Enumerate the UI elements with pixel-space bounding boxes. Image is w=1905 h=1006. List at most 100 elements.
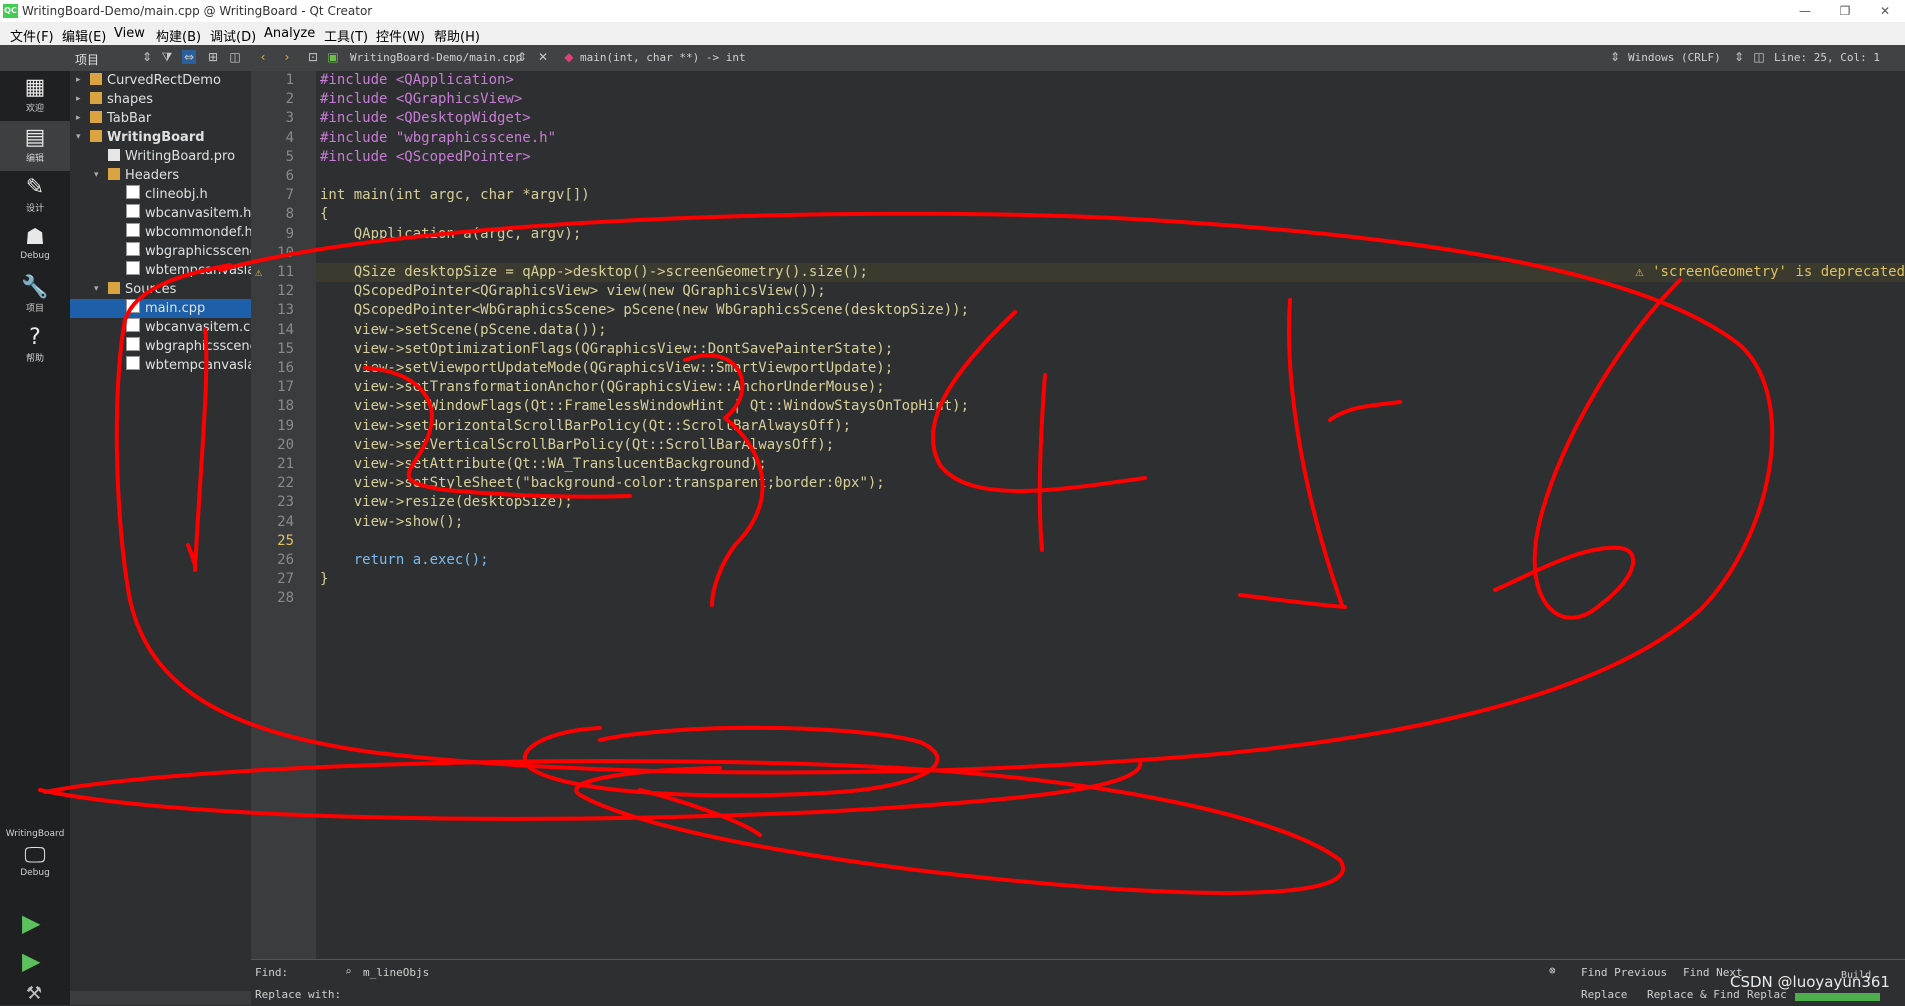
tree-item-label: wbtempcanvaslay xyxy=(145,358,251,373)
link-icon[interactable]: ⇔ xyxy=(182,50,196,64)
tree-item[interactable]: wbtempcanvaslay xyxy=(70,261,251,280)
code-line: view->resize(desktopSize); xyxy=(320,494,573,511)
split-view-icon[interactable]: ◫ xyxy=(1752,50,1766,64)
minimize-button[interactable]: — xyxy=(1790,0,1820,22)
line-ending-dropdown-icon[interactable]: ⇕ xyxy=(1732,50,1746,64)
debug-icon: ☗ xyxy=(25,225,45,250)
code-line: QScopedPointer<WbGraphicsScene> pScene(n… xyxy=(320,302,970,319)
back-arrow-icon[interactable]: ‹ xyxy=(256,50,270,64)
tree-item[interactable]: main.cpp xyxy=(70,299,251,318)
tree-item[interactable]: wbcanvasitem.cpp xyxy=(70,318,251,337)
qt-creator-logo-icon: QC xyxy=(3,4,18,18)
find-input-box[interactable]: ⌕ m_lineObjs xyxy=(341,963,1561,981)
mode-sidebar: ▦ 欢迎 ▤ 编辑 ✎ 设计 ☗ Debug 🔧 项目 ? 帮助 Writing… xyxy=(0,71,70,1005)
tree-scrollbar[interactable] xyxy=(70,991,251,1005)
tree-item[interactable]: ▸ shapes xyxy=(70,90,251,109)
menu-analyze[interactable]: Analyze xyxy=(264,26,315,41)
close-sidebar-icon[interactable]: ◫ xyxy=(228,50,242,64)
replace-find-button[interactable]: Replace & Find xyxy=(1647,988,1740,1001)
expanded-arrow-icon[interactable]: ▾ xyxy=(76,128,81,147)
folder-icon xyxy=(90,92,102,104)
filter-icon[interactable]: ⧩ xyxy=(160,50,174,64)
code-line: int main(int argc, char *argv[]) xyxy=(320,187,590,204)
mode-projects[interactable]: 🔧 项目 xyxy=(0,271,70,321)
run-icon[interactable]: ▶ xyxy=(22,909,40,937)
find-label: Find: xyxy=(255,966,289,979)
tree-item[interactable]: wbgraphicsscene xyxy=(70,337,251,356)
function-selector[interactable]: main(int, char **) -> int xyxy=(580,51,746,64)
menu-file[interactable]: 文件(F) xyxy=(10,26,54,45)
collapsed-arrow-icon[interactable]: ▸ xyxy=(76,90,81,109)
line-number: 7 xyxy=(285,187,294,204)
find-previous-button[interactable]: Find Previous xyxy=(1581,966,1667,979)
split-icon[interactable]: ⊞ xyxy=(206,50,220,64)
mode-welcome[interactable]: ▦ 欢迎 xyxy=(0,71,70,121)
line-number: 19 xyxy=(277,417,294,434)
code-editor[interactable]: ⚠ 'screenGeometry' is deprecated #includ… xyxy=(316,71,1905,959)
encoding-dropdown-icon[interactable]: ⇕ xyxy=(1608,50,1622,64)
tree-item[interactable]: wbtempcanvaslay xyxy=(70,356,251,375)
tree-item[interactable]: ▾ Headers xyxy=(70,166,251,185)
line-number: 11 xyxy=(277,264,294,280)
build-hammer-icon[interactable]: ⚒ xyxy=(26,983,42,1004)
mode-debug[interactable]: ☗ Debug xyxy=(0,221,70,271)
menu-view[interactable]: View xyxy=(114,26,145,41)
tree-item[interactable]: ▸ CurvedRectDemo xyxy=(70,71,251,90)
replace-button[interactable]: Replace xyxy=(1581,988,1627,1001)
mode-help[interactable]: ? 帮助 xyxy=(0,321,70,371)
menu-tools[interactable]: 工具(T) xyxy=(324,26,368,45)
expanded-arrow-icon[interactable]: ▾ xyxy=(94,280,99,299)
tree-item[interactable]: ▸ TabBar xyxy=(70,109,251,128)
project-selector[interactable]: 项目 xyxy=(75,51,99,68)
code-line: QScopedPointer<QGraphicsView> view(new Q… xyxy=(320,283,826,300)
updown-icon[interactable]: ⇕ xyxy=(140,50,154,64)
code-line: view->setViewportUpdateMode(QGraphicsVie… xyxy=(320,360,894,376)
open-file-path[interactable]: WritingBoard-Demo/main.cpp xyxy=(350,51,522,64)
find-input[interactable]: m_lineObjs xyxy=(363,966,429,979)
line-ending-selector[interactable]: Windows (CRLF) xyxy=(1628,51,1721,64)
line-number: 13 xyxy=(277,302,294,319)
tree-item[interactable]: WritingBoard.pro xyxy=(70,147,251,166)
tree-item[interactable]: ▾ Sources xyxy=(70,280,251,299)
line-number: 3 xyxy=(285,110,294,127)
code-line: { xyxy=(320,206,329,223)
mode-design[interactable]: ✎ 设计 xyxy=(0,171,70,221)
restore-button[interactable]: ❐ xyxy=(1830,0,1860,22)
tree-item[interactable]: ▾ WritingBoard xyxy=(70,128,251,147)
search-icon: ⌕ xyxy=(345,965,352,978)
window-title: WritingBoard-Demo/main.cpp @ WritingBoar… xyxy=(22,4,373,18)
file-icon xyxy=(126,337,140,351)
menu-controls[interactable]: 控件(W) xyxy=(376,26,425,45)
close-file-icon[interactable]: ✕ xyxy=(536,50,550,64)
line-number: 20 xyxy=(277,436,294,453)
expanded-arrow-icon[interactable]: ▾ xyxy=(94,166,99,185)
kit-selector[interactable]: 🖵 Debug xyxy=(0,843,70,893)
code-line: view->show(); xyxy=(320,513,464,530)
clear-search-icon[interactable]: ⊗ xyxy=(1549,964,1556,977)
menu-debug[interactable]: 调试(D) xyxy=(210,26,256,45)
tree-item[interactable]: clineobj.h xyxy=(70,185,251,204)
tree-item-label: Sources xyxy=(125,282,177,297)
file-dropdown-icon[interactable]: ⇕ xyxy=(515,50,529,64)
menu-build[interactable]: 构建(B) xyxy=(156,26,201,45)
line-number: 18 xyxy=(277,398,294,415)
menu-edit[interactable]: 编辑(E) xyxy=(62,26,106,45)
design-icon: ✎ xyxy=(25,175,45,200)
file-icon xyxy=(126,299,140,313)
forward-arrow-icon[interactable]: › xyxy=(280,50,294,64)
tree-item[interactable]: wbcanvasitem.h xyxy=(70,204,251,223)
close-button[interactable]: ✕ xyxy=(1870,0,1900,22)
line-number: 16 xyxy=(277,360,294,376)
cursor-position[interactable]: Line: 25, Col: 1 xyxy=(1774,51,1880,64)
function-icon: ◆ xyxy=(564,50,574,64)
tree-item[interactable]: wbgraphicsscene xyxy=(70,242,251,261)
tree-item[interactable]: wbcommondef.h xyxy=(70,223,251,242)
collapsed-arrow-icon[interactable]: ▸ xyxy=(76,109,81,128)
file-icon xyxy=(126,261,140,275)
menu-help[interactable]: 帮助(H) xyxy=(434,26,480,45)
title-bar: QC WritingBoard-Demo/main.cpp @ WritingB… xyxy=(0,0,1905,22)
debug-run-icon[interactable]: ▶ xyxy=(22,947,40,975)
code-line: #include <QGraphicsView> xyxy=(320,91,523,108)
mode-edit[interactable]: ▤ 编辑 xyxy=(0,121,70,171)
collapsed-arrow-icon[interactable]: ▸ xyxy=(76,71,81,90)
